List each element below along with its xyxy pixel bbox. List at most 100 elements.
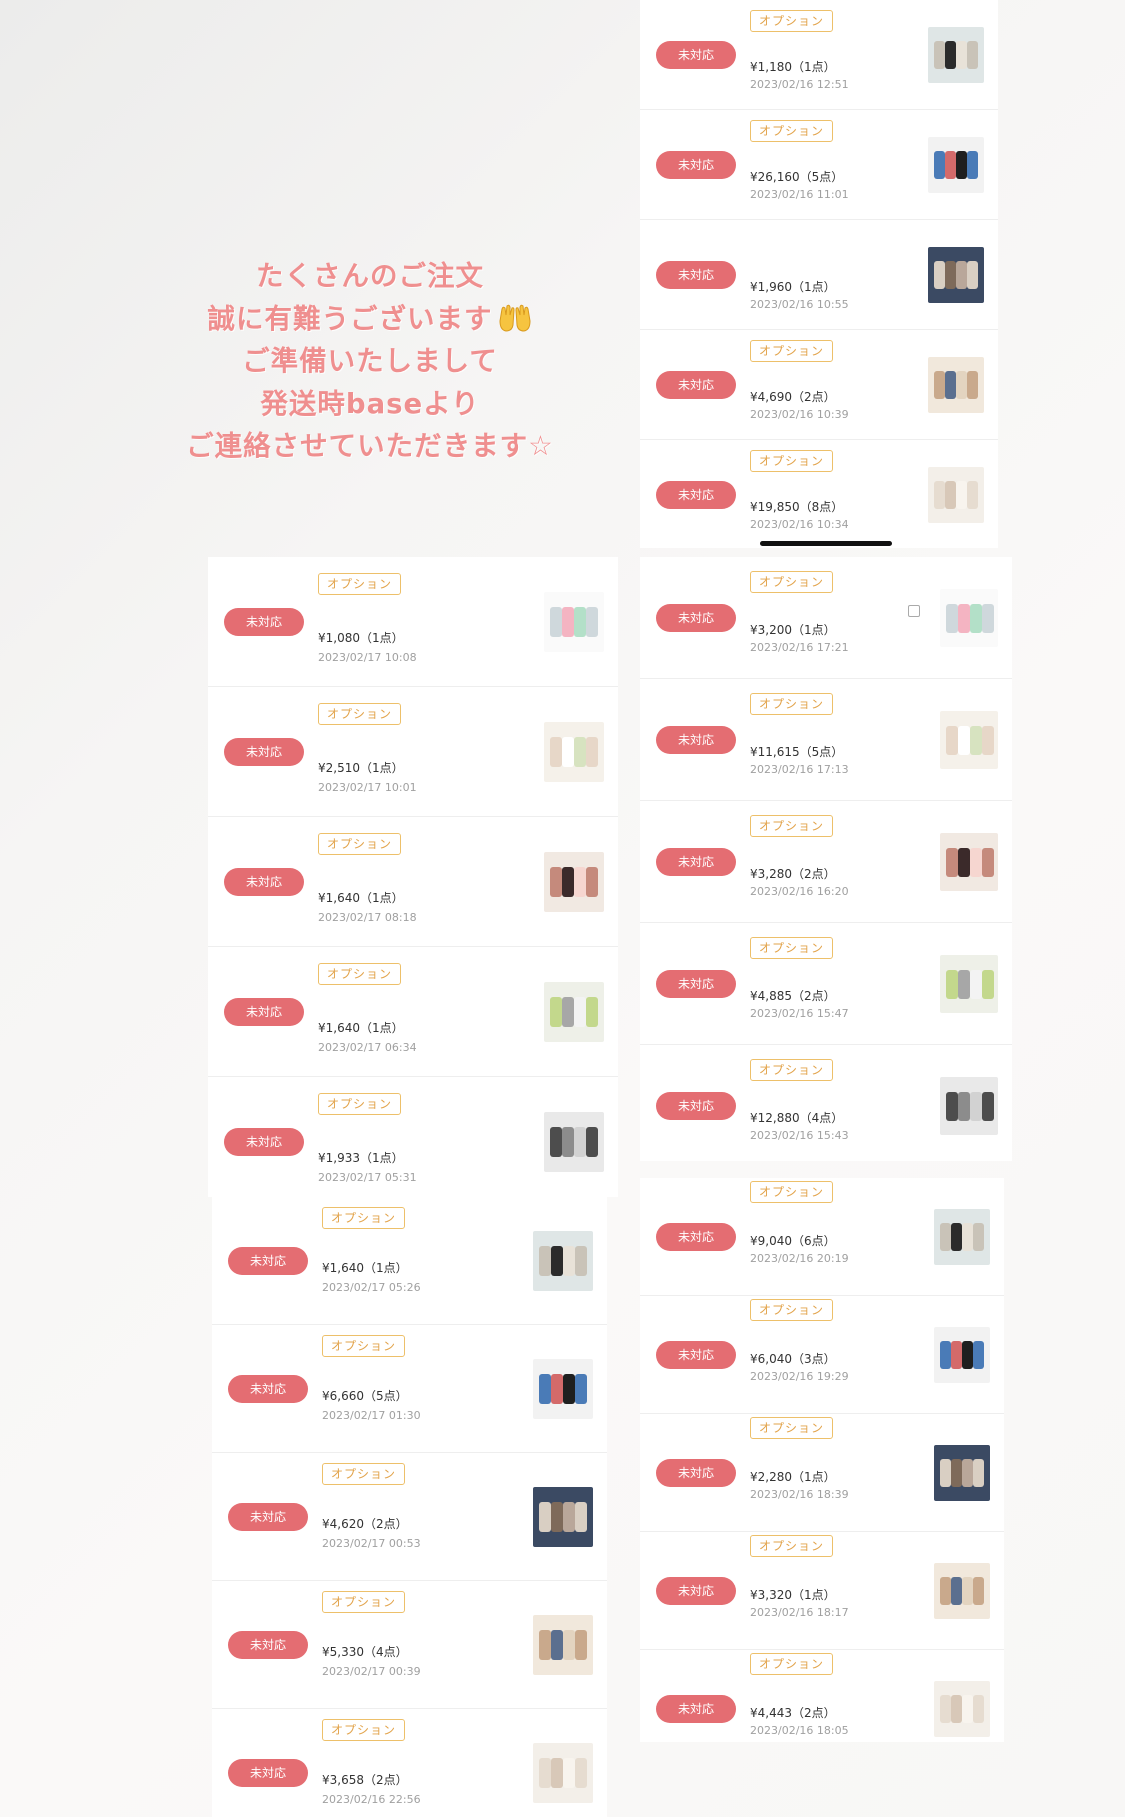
status-badge: 未対応 bbox=[224, 737, 304, 766]
message-line-1: たくさんのご注文 bbox=[256, 260, 484, 292]
product-thumbnail[interactable] bbox=[533, 1743, 593, 1803]
order-row[interactable]: 未対応 オプション ¥1,933（1点） 2023/02/17 05:31 bbox=[208, 1077, 618, 1197]
order-row[interactable]: 未対応 オプション ¥26,160（5点） 2023/02/16 11:01 bbox=[640, 110, 998, 220]
status-badge: 未対応 bbox=[656, 847, 736, 876]
order-price: ¥6,040（3点） bbox=[750, 1352, 836, 1366]
order-row[interactable]: 未対応 オプション ¥4,885（2点） 2023/02/16 15:47 bbox=[640, 923, 1012, 1045]
order-price: ¥4,620（2点） bbox=[322, 1517, 408, 1531]
order-price: ¥3,280（2点） bbox=[750, 867, 836, 881]
order-row[interactable]: 未対応 オプション ¥12,880（4点） 2023/02/16 15:43 bbox=[640, 1045, 1012, 1161]
product-image-detail bbox=[951, 1695, 962, 1723]
product-thumbnail[interactable] bbox=[928, 26, 984, 83]
product-image-detail bbox=[575, 1629, 587, 1660]
product-image-detail bbox=[934, 481, 945, 509]
status-badge: 未対応 bbox=[224, 607, 304, 636]
order-row[interactable]: 未対応 オプション ¥6,660（5点） 2023/02/17 01:30 bbox=[212, 1325, 607, 1453]
product-thumbnail[interactable] bbox=[934, 1681, 990, 1737]
product-image-detail bbox=[958, 725, 970, 755]
product-image-detail bbox=[970, 969, 982, 999]
status-badge: 未対応 bbox=[224, 867, 304, 896]
product-thumbnail[interactable] bbox=[934, 1444, 990, 1501]
order-date: 2023/02/16 11:01 bbox=[750, 188, 849, 201]
product-thumbnail[interactable] bbox=[544, 1112, 604, 1172]
message-line-3: ご準備いたしまして bbox=[242, 345, 498, 377]
product-image-detail bbox=[967, 260, 978, 289]
order-date: 2023/02/16 15:47 bbox=[750, 1007, 849, 1020]
order-row[interactable]: 未対応 オプション ¥19,850（8点） 2023/02/16 10:34 bbox=[640, 440, 998, 548]
status-badge: 未対応 bbox=[656, 1576, 736, 1605]
product-thumbnail[interactable] bbox=[928, 246, 984, 303]
order-price: ¥4,443（2点） bbox=[750, 1706, 836, 1720]
order-row[interactable]: 未対応 オプション ¥3,280（2点） 2023/02/16 16:20 bbox=[640, 801, 1012, 923]
order-row[interactable]: 未対応 オプション ¥1,640（1点） 2023/02/17 08:18 bbox=[208, 817, 618, 947]
order-date: 2023/02/17 10:08 bbox=[318, 651, 417, 664]
product-thumbnail[interactable] bbox=[940, 1077, 998, 1135]
order-row[interactable]: 未対応 オプション ¥6,040（3点） 2023/02/16 19:29 bbox=[640, 1296, 1004, 1414]
product-image-detail bbox=[586, 1127, 598, 1157]
order-row[interactable]: 未対応 オプション ¥3,320（1点） 2023/02/16 18:17 bbox=[640, 1532, 1004, 1650]
product-thumbnail[interactable] bbox=[928, 467, 984, 523]
order-price: ¥6,660（5点） bbox=[322, 1389, 408, 1403]
product-image-detail bbox=[940, 1458, 951, 1487]
order-row[interactable]: 未対応 オプション ¥4,690（2点） 2023/02/16 10:39 bbox=[640, 330, 998, 440]
status-badge: 未対応 bbox=[224, 1128, 304, 1156]
product-thumbnail[interactable] bbox=[940, 588, 998, 647]
product-image-detail bbox=[574, 1127, 586, 1157]
product-thumbnail[interactable] bbox=[940, 710, 998, 769]
status-badge: 未対応 bbox=[656, 1695, 736, 1723]
order-date: 2023/02/16 17:13 bbox=[750, 763, 849, 776]
product-thumbnail[interactable] bbox=[928, 136, 984, 193]
memo-icon[interactable] bbox=[908, 605, 920, 617]
product-image-detail bbox=[934, 150, 945, 179]
product-thumbnail[interactable] bbox=[934, 1562, 990, 1619]
order-row[interactable]: 未対応 オプション ¥2,510（1点） 2023/02/17 10:01 bbox=[208, 687, 618, 817]
order-row[interactable]: 未対応 オプション ¥3,658（2点） 2023/02/16 22:56 bbox=[212, 1709, 607, 1817]
product-image-detail bbox=[945, 40, 956, 69]
order-row[interactable]: 未対応 オプション ¥1,640（1点） 2023/02/17 05:26 bbox=[212, 1197, 607, 1325]
product-image-detail bbox=[967, 370, 978, 399]
order-row[interactable]: 未対応 オプション ¥9,040（6点） 2023/02/16 20:19 bbox=[640, 1178, 1004, 1296]
order-row[interactable]: 未対応 オプション ¥1,180（1点） 2023/02/16 12:51 bbox=[640, 0, 998, 110]
order-row[interactable]: 未対応 オプション ¥1,640（1点） 2023/02/17 06:34 bbox=[208, 947, 618, 1077]
product-thumbnail[interactable] bbox=[940, 954, 998, 1013]
product-thumbnail[interactable] bbox=[544, 851, 604, 912]
order-date: 2023/02/16 16:20 bbox=[750, 885, 849, 898]
status-badge: 未対応 bbox=[656, 1092, 736, 1120]
order-price: ¥2,280（1点） bbox=[750, 1470, 836, 1484]
product-image-detail bbox=[982, 969, 994, 999]
order-row[interactable]: 未対応 オプション ¥5,330（4点） 2023/02/17 00:39 bbox=[212, 1581, 607, 1709]
order-price: ¥3,658（2点） bbox=[322, 1773, 408, 1787]
order-price: ¥1,960（1点） bbox=[750, 280, 836, 294]
order-row[interactable]: 未対応 オプション ¥11,615（5点） 2023/02/16 17:13 bbox=[640, 679, 1012, 801]
product-thumbnail[interactable] bbox=[544, 721, 604, 782]
product-thumbnail[interactable] bbox=[533, 1358, 593, 1419]
order-price: ¥4,885（2点） bbox=[750, 989, 836, 1003]
product-thumbnail[interactable] bbox=[533, 1614, 593, 1675]
order-panel-left-upper: 未対応 オプション ¥1,080（1点） 2023/02/17 10:08 未対応 オプシ… bbox=[208, 557, 618, 1197]
option-tag: オプション bbox=[750, 450, 834, 472]
product-image-detail bbox=[956, 150, 967, 179]
product-thumbnail[interactable] bbox=[544, 591, 604, 652]
order-panel-top-right: 未対応 オプション ¥1,180（1点） 2023/02/16 12:51 未対応 オプシ… bbox=[640, 0, 998, 548]
product-thumbnail[interactable] bbox=[928, 356, 984, 413]
status-badge: 未対応 bbox=[224, 997, 304, 1026]
order-date: 2023/02/17 00:53 bbox=[322, 1537, 421, 1550]
order-row[interactable]: 未対応 オプション ¥1,080（1点） 2023/02/17 10:08 bbox=[208, 557, 618, 687]
product-thumbnail[interactable] bbox=[934, 1208, 990, 1265]
product-image-detail bbox=[982, 1092, 994, 1121]
product-thumbnail[interactable] bbox=[533, 1230, 593, 1291]
order-row[interactable]: 未対応 オプション ¥2,280（1点） 2023/02/16 18:39 bbox=[640, 1414, 1004, 1532]
order-row[interactable]: 未対応 オプション ¥3,200（1点） 2023/02/16 17:21 bbox=[640, 557, 1012, 679]
option-tag: オプション bbox=[750, 693, 834, 715]
product-thumbnail[interactable] bbox=[533, 1486, 593, 1547]
order-row[interactable]: 未対応 オプション ¥4,443（2点） 2023/02/16 18:05 bbox=[640, 1650, 1004, 1742]
product-thumbnail[interactable] bbox=[544, 981, 604, 1042]
option-tag: オプション bbox=[318, 833, 402, 855]
order-row[interactable]: 未対応 ¥1,960（1点） 2023/02/16 10:55 bbox=[640, 220, 998, 330]
order-price: ¥5,330（4点） bbox=[322, 1645, 408, 1659]
product-image-detail bbox=[958, 1092, 970, 1121]
order-row[interactable]: 未対応 オプション ¥4,620（2点） 2023/02/17 00:53 bbox=[212, 1453, 607, 1581]
product-image-detail bbox=[946, 847, 958, 877]
product-thumbnail[interactable] bbox=[934, 1326, 990, 1383]
product-thumbnail[interactable] bbox=[940, 832, 998, 891]
